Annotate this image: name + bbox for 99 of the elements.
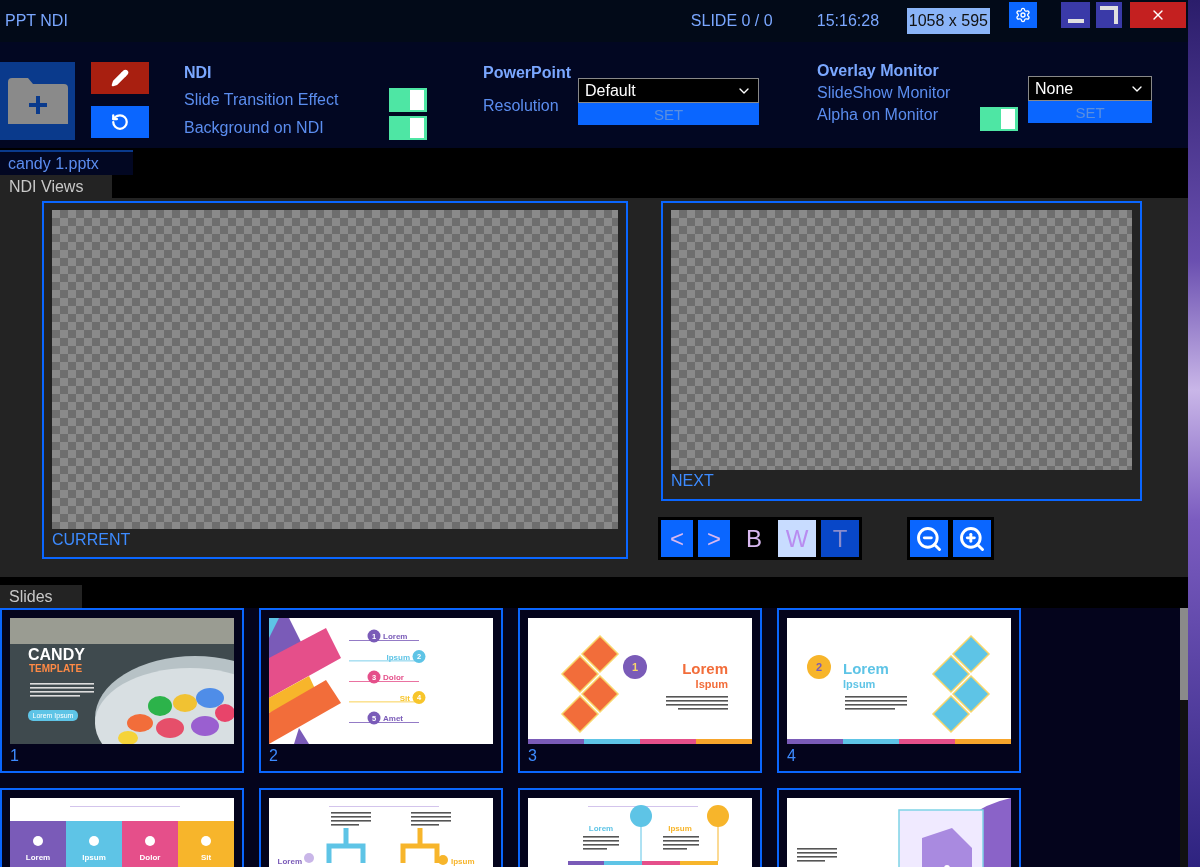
zoom-out-icon (915, 524, 943, 553)
tile-icon (33, 836, 43, 846)
slide-subtitle: Ipsum (843, 678, 876, 690)
slide-title: Lorem (843, 660, 889, 677)
list-label: Lorem (383, 632, 408, 641)
section-heading: Overlay Monitor (817, 62, 940, 81)
toggle-switch[interactable] (389, 116, 427, 140)
tile-icon (145, 836, 155, 846)
nav-button[interactable]: < (661, 520, 693, 557)
file-tab[interactable]: candy 1.pptx (0, 150, 133, 175)
maximize-button[interactable] (1096, 2, 1122, 28)
paragraph-line (30, 691, 94, 693)
slide-card[interactable]: 1 Lorem Ispum 3 (518, 608, 762, 773)
settings-button[interactable] (1009, 2, 1037, 28)
paragraph-line (30, 687, 94, 689)
paragraph-lines-drawing (845, 696, 907, 710)
tile-label: Lorem (25, 853, 51, 862)
slide-title: CANDY (28, 646, 85, 663)
list-rule (349, 722, 419, 723)
view-label: CURRENT (52, 531, 132, 549)
zoom-in-button[interactable] (953, 520, 991, 557)
slide-label: Ipsum (668, 824, 692, 833)
list-label: Dolor (383, 673, 404, 682)
zoom-out-button[interactable] (910, 520, 948, 557)
number-dot (412, 691, 426, 704)
maximize-icon (1100, 6, 1118, 24)
option-label: Alpha on Monitor (817, 106, 939, 124)
color-tile (10, 821, 66, 867)
slide-label: Lorem (588, 824, 614, 833)
window-title: PPT NDI (4, 12, 69, 30)
paragraph-lines-drawing (663, 836, 699, 850)
minimize-icon (1067, 19, 1084, 23)
section-heading: PowerPoint (483, 64, 572, 83)
color-tile (122, 821, 178, 867)
field-label: Resolution (483, 97, 559, 115)
paragraph-line (30, 683, 94, 685)
number-circle (807, 655, 831, 679)
list-label: Sit (399, 693, 410, 703)
color-tile (66, 821, 122, 867)
paragraph-line (30, 695, 80, 697)
paragraph-lines-drawing (666, 696, 728, 710)
color-tile (178, 821, 234, 867)
slide-label: Lorem (277, 857, 302, 866)
list-rule (349, 681, 419, 682)
paragraph-lines-drawing (331, 812, 371, 826)
option-label: Slide Transition Effect (184, 91, 339, 109)
number-label: 1 (631, 661, 639, 673)
minimize-button[interactable] (1061, 2, 1090, 28)
toggle-switch[interactable] (389, 88, 427, 112)
bracket-drawing (326, 825, 366, 866)
slide-counter: SLIDE 0 / 0 (690, 12, 774, 30)
slide-card[interactable]: Lorem Ipsum Dolor Sit (0, 788, 244, 867)
option-label: Background on NDI (184, 119, 324, 137)
toggle-switch[interactable] (980, 107, 1019, 131)
clock: 15:16:28 (816, 12, 881, 30)
slide-card[interactable]: Lorem Ipsum (259, 788, 503, 867)
marker-dot (304, 853, 314, 863)
edit-button[interactable] (91, 62, 149, 94)
reload-button[interactable] (91, 106, 149, 138)
paragraph-lines-drawing (583, 836, 619, 850)
close-button[interactable] (1130, 2, 1186, 28)
undo-icon (111, 113, 129, 131)
slide-number: 1 (10, 747, 20, 765)
slide-number: 2 (269, 747, 279, 765)
tile-icon (89, 836, 99, 846)
tile-label: Ipsum (82, 853, 106, 862)
paragraph-lines-drawing (797, 848, 837, 862)
folder-add-icon (7, 78, 68, 124)
marker-dot (438, 855, 448, 865)
monitor-dropdown[interactable]: None (1028, 76, 1152, 101)
view-label: NEXT (671, 472, 715, 490)
resolution-display: 1058 x 595 (906, 8, 990, 34)
number-circle (623, 655, 647, 679)
tile-label: Dolor (139, 853, 161, 862)
section-heading: NDI (184, 64, 213, 83)
list-label: Amet (383, 714, 403, 723)
number-label: 2 (815, 661, 823, 673)
slide-number: 3 (528, 747, 538, 765)
slide-title: Lorem (682, 660, 728, 677)
nav-button[interactable]: > (698, 520, 730, 557)
list-rule (349, 640, 419, 641)
slide-label: Ipsum (451, 857, 475, 866)
number-dot (412, 650, 426, 663)
tile-label: Sit (200, 853, 212, 862)
paragraph-lines-drawing (411, 812, 451, 826)
slide-number: 4 (787, 747, 797, 765)
scrollbar[interactable] (1180, 608, 1188, 867)
slide-subtitle: Ispum (695, 678, 728, 690)
tile-icon (201, 836, 211, 846)
list-label: Ipsum (386, 652, 410, 662)
option-label: SlideShow Monitor (817, 84, 951, 102)
slide-card[interactable]: 2 Lorem Ipsum 4 (777, 608, 1021, 773)
settings-icon (1015, 7, 1031, 23)
zoom-in-icon (958, 524, 986, 553)
bracket-drawing (400, 825, 440, 866)
slide-subtitle: TEMPLATE (29, 663, 83, 674)
open-file-button[interactable] (0, 62, 75, 140)
pencil-icon (111, 69, 129, 87)
resolution-dropdown[interactable]: Default (578, 78, 759, 103)
